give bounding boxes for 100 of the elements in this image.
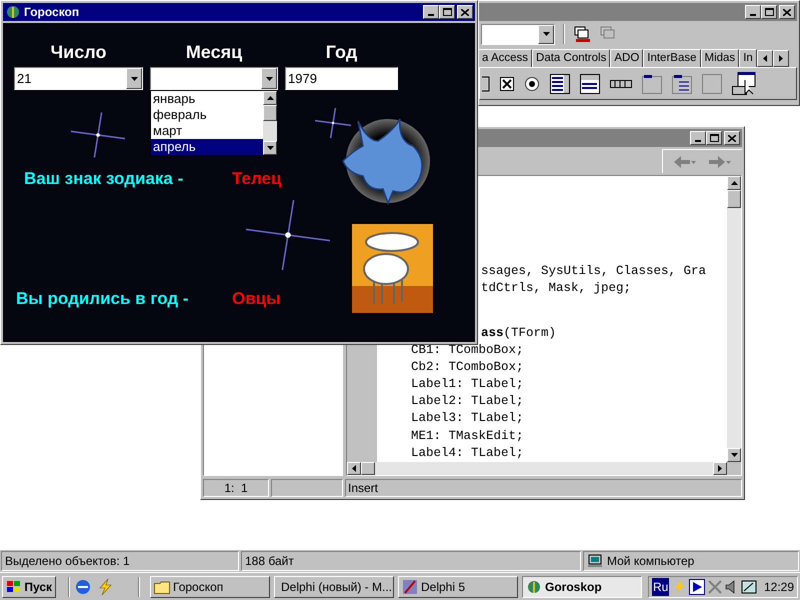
close-button[interactable] xyxy=(779,5,795,19)
code-line: Label4: TLabel; xyxy=(410,444,525,462)
result-value: Телец xyxy=(232,168,282,190)
year-field[interactable]: 1979 xyxy=(285,67,398,90)
maximize-icon xyxy=(710,134,718,142)
taskbar-button[interactable]: Гороскоп xyxy=(150,576,270,598)
up-arrow-icon xyxy=(266,96,274,100)
close-icon xyxy=(461,8,469,16)
radio-component-icon[interactable] xyxy=(524,76,540,92)
status-text: 188 байт xyxy=(241,551,581,571)
maximize-button[interactable] xyxy=(761,5,777,19)
maximize-icon xyxy=(764,8,774,16)
dropdown-button[interactable] xyxy=(261,68,277,89)
result-label: Ваш знак зодиака - xyxy=(23,168,184,190)
month-option[interactable]: апрель xyxy=(151,139,263,155)
scrollbar[interactable] xyxy=(263,91,277,155)
radiogroup-component-icon[interactable] xyxy=(672,74,692,94)
language-indicator[interactable]: Ru xyxy=(652,578,670,596)
code-line: Cb2: TComboBox; xyxy=(410,358,525,376)
maximize-button[interactable] xyxy=(439,5,455,19)
window-title: Гороскоп xyxy=(24,4,80,21)
scroll-right-button[interactable] xyxy=(773,50,789,67)
button-component-icon[interactable] xyxy=(482,76,490,92)
palette-tab[interactable]: ADO xyxy=(610,49,644,67)
dropdown-button[interactable] xyxy=(538,24,554,44)
palette-tab[interactable]: In xyxy=(739,49,757,67)
listbox-component-icon[interactable] xyxy=(550,74,570,94)
close-button[interactable] xyxy=(724,131,740,145)
result-label: Вы родились в год - xyxy=(15,288,190,310)
column-heading: Год xyxy=(324,41,358,64)
combobox-component-icon[interactable] xyxy=(580,74,600,94)
vertical-scrollbar[interactable] xyxy=(727,176,741,462)
scroll-right-button[interactable] xyxy=(713,462,727,475)
taskbar-button[interactable]: Delphi (новый) - M... xyxy=(274,576,394,598)
code-line: Label1: TLabel; xyxy=(410,376,525,394)
left-arrow-icon xyxy=(763,55,767,62)
component-combo[interactable] xyxy=(481,24,555,44)
app-icon xyxy=(402,578,418,594)
scroll-down-button[interactable] xyxy=(263,141,277,155)
app-icon xyxy=(5,4,21,20)
close-icon xyxy=(783,8,791,16)
cursor-position: 1: 1 xyxy=(203,479,269,497)
palette-tab[interactable]: a Access xyxy=(479,49,532,67)
result-value: Овцы xyxy=(232,288,281,310)
windows-icon[interactable] xyxy=(573,25,591,43)
left-arrow-icon xyxy=(352,465,356,472)
minimize-button[interactable] xyxy=(745,5,761,19)
taskbar-button[interactable]: Goroskop xyxy=(522,576,642,598)
horizontal-scrollbar[interactable] xyxy=(347,462,727,475)
minimize-icon xyxy=(428,14,434,16)
scrollbar-thumb[interactable] xyxy=(263,105,277,121)
dropdown-button[interactable] xyxy=(126,68,142,89)
close-button[interactable] xyxy=(457,5,473,19)
scrollbar-thumb[interactable] xyxy=(361,462,375,475)
right-arrow-icon xyxy=(779,55,783,62)
maximize-button[interactable] xyxy=(706,131,722,145)
scroll-up-button[interactable] xyxy=(263,91,277,105)
minimize-button[interactable] xyxy=(690,131,706,145)
status-text: Выделено объектов: 1 xyxy=(1,551,239,571)
scrollbar-thumb[interactable] xyxy=(727,190,741,208)
code-line: ME1: TMaskEdit; xyxy=(410,428,525,445)
minimize-button[interactable] xyxy=(423,5,439,19)
maximize-icon xyxy=(442,8,452,16)
close-icon xyxy=(728,134,736,142)
code-line: tdCtrls, Mask, jpeg; xyxy=(480,280,632,298)
down-arrow-icon xyxy=(730,453,738,457)
actionlist-component-icon[interactable] xyxy=(732,72,756,96)
scroll-down-button[interactable] xyxy=(727,448,741,462)
caret-icon xyxy=(542,32,550,36)
up-arrow-icon xyxy=(730,181,738,185)
palette-tab[interactable]: InterBase xyxy=(643,49,700,67)
start-button[interactable]: Пуск xyxy=(2,576,56,598)
star-drawing xyxy=(70,112,126,158)
minimize-icon xyxy=(750,14,756,16)
scrollbar-component-icon[interactable] xyxy=(610,80,632,88)
scroll-left-button[interactable] xyxy=(347,462,361,475)
month-option[interactable]: февраль xyxy=(151,107,263,123)
palette-tab[interactable]: Data Controls xyxy=(532,49,610,67)
palette-tab[interactable]: Midas xyxy=(700,49,740,67)
taskbar-button[interactable]: Delphi 5 xyxy=(398,576,518,598)
play-icon[interactable] xyxy=(689,578,706,594)
code-line: CB1: TComboBox; xyxy=(410,342,525,359)
month-option[interactable]: март xyxy=(151,123,263,139)
column-heading: Месяц xyxy=(184,41,244,64)
scroll-up-button[interactable] xyxy=(727,176,741,190)
down-arrow-icon xyxy=(266,146,274,150)
app-icon xyxy=(526,578,542,594)
code-line: Label2: TLabel; xyxy=(410,393,525,410)
scroll-left-button[interactable] xyxy=(757,50,773,67)
star-drawing xyxy=(314,108,352,138)
month-option[interactable]: январь xyxy=(151,91,263,107)
day-combo[interactable]: 21 xyxy=(14,67,143,90)
code-line: ssages, SysUtils, Classes, Gra xyxy=(480,263,708,280)
checkbox-component-icon[interactable] xyxy=(500,76,514,90)
editor-mode: Insert xyxy=(345,479,742,497)
groupbox-component-icon[interactable] xyxy=(642,74,662,94)
clock: 12:29 xyxy=(764,578,794,596)
folder-icon xyxy=(154,580,170,594)
status-panel xyxy=(271,479,343,497)
code-line: ass(TForm) xyxy=(480,324,558,342)
